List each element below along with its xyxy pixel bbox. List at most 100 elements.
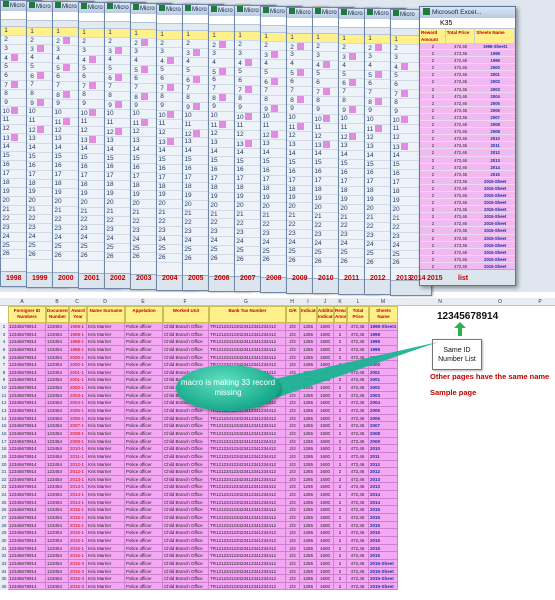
table-cell[interactable]: Kris Marrier	[87, 475, 125, 484]
table-cell[interactable]: 472,46	[347, 452, 369, 461]
table-cell[interactable]: 12345678914	[8, 345, 46, 354]
table-cell[interactable]: 2	[334, 514, 347, 522]
column-letter[interactable]: D	[101, 298, 109, 306]
table-cell[interactable]: 1600	[317, 422, 334, 430]
table-cell[interactable]: Child Branch Office	[163, 468, 209, 476]
table-cell[interactable]: 2015-3	[69, 559, 87, 568]
table-cell[interactable]: 1265	[300, 544, 317, 553]
table-cell[interactable]: 2/3	[286, 460, 300, 469]
table-cell[interactable]: 2015-Sheet	[369, 575, 398, 583]
table-cell[interactable]: Police officer	[125, 460, 163, 469]
table-cell[interactable]: 12345678914	[8, 429, 46, 438]
table-cell[interactable]: 2/3	[286, 544, 300, 553]
table-cell[interactable]: 2000-1	[69, 361, 87, 369]
table-cell[interactable]: TR121234123423412341234412	[209, 491, 286, 499]
table-cell[interactable]: 2	[334, 445, 347, 453]
table-cell[interactable]: TR121234123423412341234412	[209, 422, 286, 430]
table-cell[interactable]: 2	[334, 521, 347, 530]
table-cell[interactable]: 123454	[46, 536, 69, 545]
table-cell[interactable]: Child Branch Office	[163, 575, 209, 583]
year-tab-label[interactable]: 2001	[84, 272, 100, 286]
table-cell[interactable]: Kris Marrier	[87, 376, 125, 385]
table-cell[interactable]: Kris Marrier	[87, 345, 125, 354]
table-cell[interactable]: 2015-3	[69, 575, 87, 583]
table-cell[interactable]: 2/3	[286, 491, 300, 499]
table-cell[interactable]: 1600	[317, 521, 334, 530]
table-cell[interactable]: Kris Marrier	[87, 368, 125, 377]
table-cell[interactable]: TR121234123423412341234412	[209, 445, 286, 453]
column-letter[interactable]: F	[181, 298, 189, 306]
table-cell[interactable]: 1998-Sheet1	[369, 323, 398, 331]
table-cell[interactable]: Police officer	[125, 399, 163, 408]
table-cell[interactable]: Child Branch Office	[163, 498, 209, 507]
table-cell[interactable]: Police officer	[125, 323, 163, 331]
table-cell[interactable]: 472,46	[347, 506, 369, 515]
table-cell[interactable]: 2004-1	[69, 399, 87, 408]
table-cell[interactable]: 1600	[317, 437, 334, 446]
table-cell[interactable]: 2012	[369, 460, 398, 469]
table-cell[interactable]: Kris Marrier	[87, 567, 125, 576]
column-letter[interactable]: E	[139, 298, 147, 306]
table-cell[interactable]: 2001-1	[69, 376, 87, 385]
table-cell[interactable]: 1265	[300, 422, 317, 430]
table-cell[interactable]: Child Branch Office	[163, 452, 209, 461]
table-cell[interactable]: Child Branch Office	[163, 460, 209, 469]
table-cell[interactable]: 2	[334, 460, 347, 469]
table-cell[interactable]: TR121234123423412341234412	[209, 323, 286, 331]
table-cell[interactable]: 2	[334, 399, 347, 408]
table-cell[interactable]: Police officer	[125, 575, 163, 583]
table-cell[interactable]: 2013	[369, 483, 398, 492]
table-cell[interactable]: 1265	[300, 582, 317, 591]
table-cell[interactable]: 123454	[46, 414, 69, 423]
column-letter[interactable]: P	[536, 298, 544, 306]
table-cell[interactable]: 2011-1	[69, 452, 87, 461]
table-cell[interactable]: 12345678914	[8, 552, 46, 560]
table-cell[interactable]: TR121234123423412341234412	[209, 452, 286, 461]
table-cell[interactable]: 2015	[369, 506, 398, 515]
table-cell[interactable]: 2/3	[286, 483, 300, 492]
table-cell[interactable]: 2	[334, 559, 347, 568]
table-cell[interactable]: 1999-1	[69, 338, 87, 346]
table-cell[interactable]: 123454	[46, 506, 69, 515]
table-cell[interactable]: 123454	[46, 437, 69, 446]
table-cell[interactable]: 2008-1	[69, 429, 87, 438]
table-cell[interactable]: Kris Marrier	[87, 514, 125, 522]
table-cell[interactable]: Child Branch Office	[163, 506, 209, 515]
year-tab-label[interactable]: 1999	[32, 272, 48, 286]
table-cell[interactable]: 1600	[317, 559, 334, 568]
table-cell[interactable]: 1600	[317, 514, 334, 522]
table-cell[interactable]: 123454	[46, 521, 69, 530]
table-cell[interactable]: 2004	[369, 399, 398, 408]
column-letter[interactable]: N	[436, 298, 444, 306]
table-cell[interactable]: TR121234123423412341234412	[209, 575, 286, 583]
column-letter[interactable]: M	[379, 298, 387, 306]
table-cell[interactable]: Kris Marrier	[87, 468, 125, 476]
table-cell[interactable]: Child Branch Office	[163, 323, 209, 331]
table-cell[interactable]: 1600	[317, 582, 334, 591]
year-tab-label[interactable]: 2003	[136, 272, 152, 286]
table-cell[interactable]: 472,46	[347, 414, 369, 423]
table-cell[interactable]: 2	[334, 506, 347, 515]
table-cell[interactable]: 2/3	[286, 529, 300, 537]
table-cell[interactable]: Kris Marrier	[87, 521, 125, 530]
column-letter[interactable]: J	[321, 298, 329, 306]
year-tab-label[interactable]: 2006	[214, 272, 230, 286]
table-cell[interactable]: 1600	[317, 529, 334, 537]
table-cell[interactable]: 2014-1	[69, 491, 87, 499]
table-cell[interactable]: Child Branch Office	[163, 338, 209, 346]
table-cell[interactable]: 123454	[46, 575, 69, 583]
table-cell[interactable]: Police officer	[125, 391, 163, 400]
table-cell[interactable]: 1265	[300, 483, 317, 492]
table-cell[interactable]: 2009	[369, 437, 398, 446]
table-cell[interactable]: Kris Marrier	[87, 437, 125, 446]
table-cell[interactable]: Kris Marrier	[87, 361, 125, 369]
table-cell[interactable]: 472,46	[347, 552, 369, 560]
table-cell[interactable]: TR121234123423412341234412	[209, 514, 286, 522]
table-cell[interactable]: Kris Marrier	[87, 575, 125, 583]
table-cell[interactable]: Kris Marrier	[87, 338, 125, 346]
table-cell[interactable]: 2	[334, 544, 347, 553]
table-cell[interactable]: 2	[334, 437, 347, 446]
table-cell[interactable]: 123454	[46, 345, 69, 354]
table-cell[interactable]: Police officer	[125, 429, 163, 438]
table-cell[interactable]: 2/3	[286, 559, 300, 568]
